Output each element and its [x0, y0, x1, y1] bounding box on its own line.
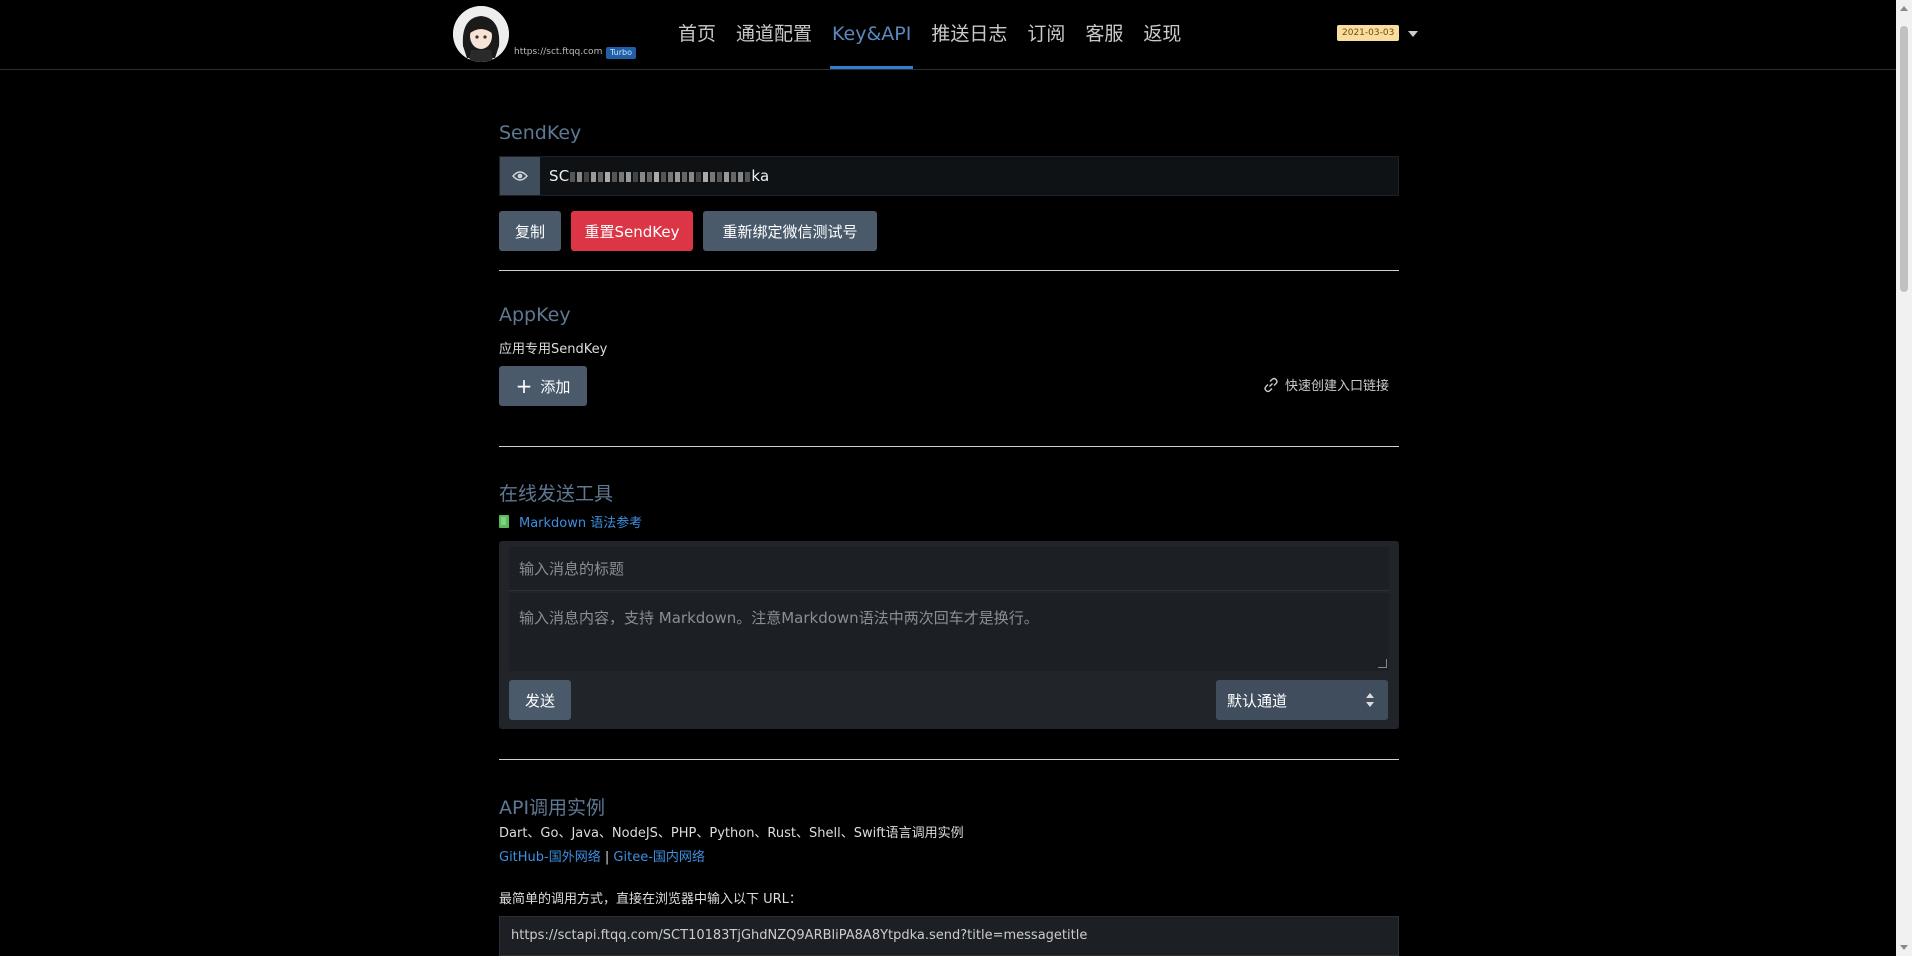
channel-select[interactable]: 默认通道	[1216, 680, 1388, 720]
message-title-input[interactable]	[509, 547, 1389, 591]
api-url-box[interactable]: https://sctapi.ftqq.com/SCT10183TjGhdNZQ…	[499, 916, 1399, 956]
channel-select-value: 默认通道	[1227, 691, 1288, 710]
main-nav: 首页 通道配置 Key&API 推送日志 订阅 客服 返现	[668, 0, 1191, 69]
sendkey-suffix: ka	[751, 167, 770, 185]
date-badge: 2021-03-03	[1337, 25, 1400, 41]
send-button[interactable]: 发送	[509, 680, 571, 720]
nav-subscribe[interactable]: 订阅	[1017, 0, 1075, 69]
divider	[499, 446, 1399, 447]
message-body-textarea[interactable]	[509, 593, 1389, 671]
toggle-visibility-button[interactable]	[500, 157, 540, 195]
gitee-link[interactable]: Gitee-国内网络	[613, 850, 704, 865]
turbo-badge: Turbo	[606, 47, 637, 59]
github-link[interactable]: GitHub-国外网络	[499, 850, 601, 865]
markdown-reference-label: Markdown 语法参考	[519, 516, 643, 531]
divider	[499, 270, 1399, 271]
nav-key-api[interactable]: Key&API	[822, 0, 921, 69]
link-separator: |	[604, 850, 610, 865]
appkey-heading: AppKey	[499, 304, 571, 326]
top-navbar: https://sct.ftqq.com Turbo 首页 通道配置 Key&A…	[0, 0, 1896, 70]
sendkey-value[interactable]: SC ka	[549, 167, 769, 185]
scrollbar-thumb[interactable]	[1900, 26, 1908, 292]
eye-icon	[512, 171, 528, 181]
scroll-down-arrow-icon[interactable]	[1900, 945, 1908, 950]
textarea-resize-handle-icon[interactable]	[1378, 659, 1387, 668]
copy-button[interactable]: 复制	[499, 211, 561, 251]
scroll-up-arrow-icon[interactable]	[1900, 6, 1908, 11]
add-appkey-label: 添加	[540, 377, 571, 396]
book-icon	[499, 515, 509, 528]
plus-icon: +	[515, 374, 533, 398]
rebind-wechat-button[interactable]: 重新绑定微信测试号	[703, 211, 877, 251]
quick-create-label: 快速创建入口链接	[1284, 379, 1389, 394]
link-icon	[1264, 377, 1278, 392]
appkey-subtitle: 应用专用SendKey	[499, 342, 608, 357]
online-tool-heading: 在线发送工具	[499, 483, 614, 505]
simple-usage-text: 最简单的调用方式，直接在浏览器中输入以下 URL：	[499, 892, 802, 907]
nav-channel-config[interactable]: 通道配置	[726, 0, 822, 69]
sendkey-heading: SendKey	[499, 122, 582, 144]
avatar-image	[453, 6, 509, 62]
select-updown-icon	[1366, 693, 1374, 707]
nav-cashback[interactable]: 返现	[1133, 0, 1191, 69]
sendkey-masked-pixels	[569, 167, 751, 185]
api-languages-text: Dart、Go、Java、NodeJS、PHP、Python、Rust、Shel…	[499, 826, 964, 841]
divider	[499, 759, 1399, 760]
sendkey-field: SC ka	[499, 156, 1399, 196]
reset-sendkey-button[interactable]: 重置SendKey	[571, 211, 693, 251]
nav-home[interactable]: 首页	[668, 0, 726, 69]
quick-create-link[interactable]: 快速创建入口链接	[1263, 375, 1389, 394]
avatar[interactable]	[453, 6, 509, 62]
add-appkey-button[interactable]: + 添加	[499, 366, 587, 406]
site-url: https://sct.ftqq.com	[514, 47, 603, 57]
nav-support[interactable]: 客服	[1075, 0, 1133, 69]
sendkey-prefix: SC	[549, 167, 570, 185]
api-heading: API调用实例	[499, 797, 606, 819]
markdown-reference-link[interactable]: Markdown 语法参考	[499, 512, 642, 531]
page-scrollbar[interactable]	[1896, 0, 1912, 956]
send-form: 发送 默认通道	[499, 541, 1399, 729]
repo-links: GitHub-国外网络 | Gitee-国内网络	[499, 846, 705, 865]
user-menu-chevron-down-icon[interactable]	[1408, 31, 1418, 37]
nav-push-log[interactable]: 推送日志	[921, 0, 1017, 69]
